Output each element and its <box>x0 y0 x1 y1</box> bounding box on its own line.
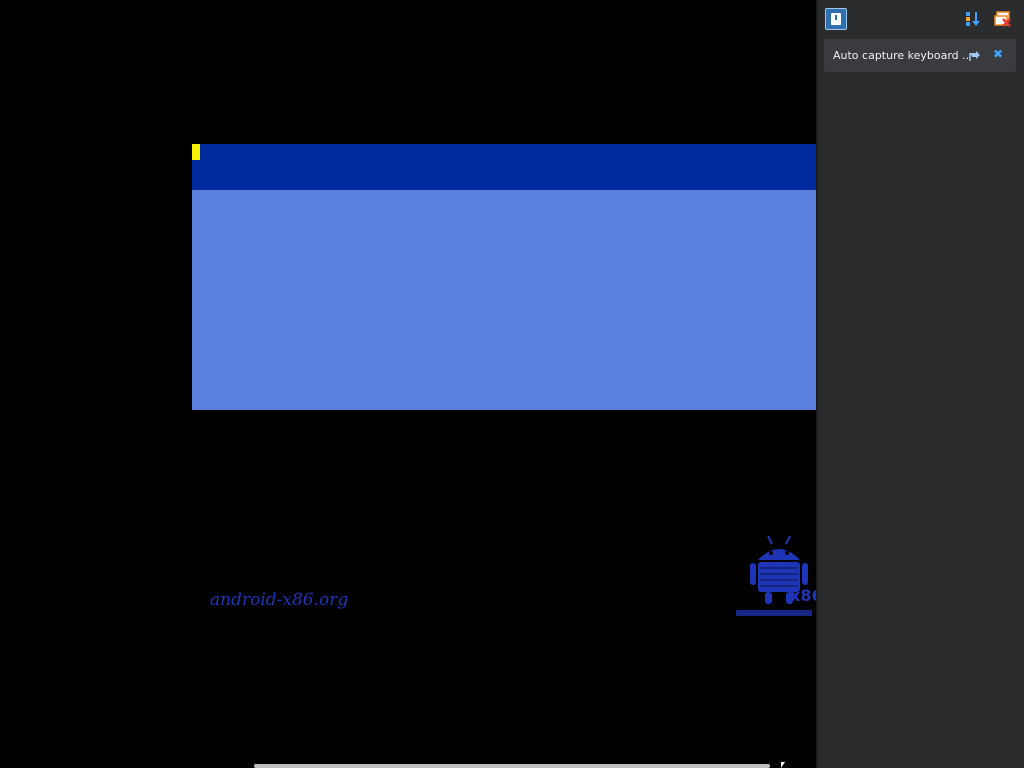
boot-menu-header <box>192 144 816 190</box>
notification-item[interactable]: Auto capture keyboard ... ✖ <box>824 39 1016 72</box>
notification-panel: Auto capture keyboard ... ✖ <box>816 0 1024 768</box>
notification-toggle-button[interactable] <box>825 8 847 30</box>
sort-button[interactable] <box>962 8 984 30</box>
boot-menu-body <box>192 190 816 410</box>
site-label: android-x86.org <box>210 590 349 610</box>
pin-icon <box>969 51 980 61</box>
clear-all-icon <box>994 11 1011 27</box>
mouse-pointer-icon <box>781 762 785 768</box>
android-logo: x86 <box>734 530 824 622</box>
text-cursor <box>192 144 200 160</box>
android-robot-icon <box>736 535 812 616</box>
clear-all-button[interactable] <box>992 8 1014 30</box>
vm-display[interactable]: android-x86.org x86 <box>0 0 832 768</box>
horizontal-scrollbar[interactable] <box>254 764 770 768</box>
pin-notification-button[interactable] <box>968 48 982 62</box>
sort-icon <box>966 12 980 26</box>
boot-menu <box>192 144 816 410</box>
panel-toolbar <box>818 0 1024 36</box>
notification-icon <box>831 13 841 25</box>
close-icon: ✖ <box>992 47 1004 61</box>
close-notification-button[interactable]: ✖ <box>991 47 1005 61</box>
notification-text: Auto capture keyboard ... <box>833 49 969 62</box>
